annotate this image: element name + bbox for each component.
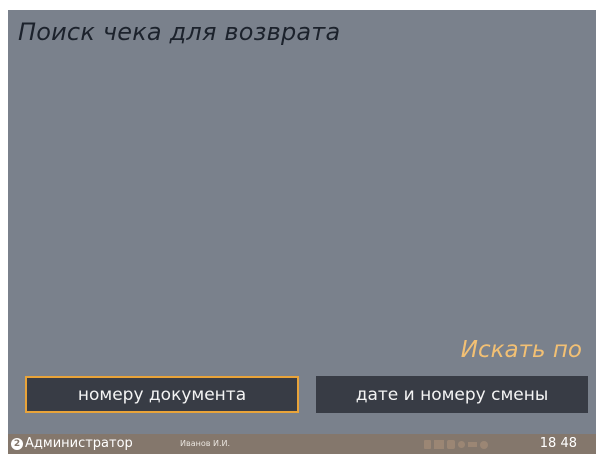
search-by-date-and-shift-button[interactable]: дате и номеру смены [316,376,588,413]
keyboard-icon [434,440,444,449]
device-status-tray [424,439,488,450]
status-bar: 2 Администратор Иванов И.И. 18 48 [8,434,596,454]
search-by-document-number-label: номеру документа [77,384,247,405]
cashier-name: Иванов И.И. [180,439,231,448]
scanner-icon [458,441,465,448]
power-icon [480,440,488,449]
search-by-label: Искать по [460,337,582,363]
clock: 18 48 [539,436,577,451]
search-by-document-number-button[interactable]: номеру документа [25,376,299,413]
search-by-date-and-shift-label: дате и номеру смены [355,384,549,405]
connection-icon [468,442,477,447]
return-search-screen: Поиск чека для возврата Искать по номеру… [8,10,596,454]
page-title: Поиск чека для возврата [18,18,341,46]
user-role: Администратор [25,436,133,451]
printer-icon [424,440,431,449]
network-icon [447,440,455,449]
user-role-icon: 2 [11,438,23,450]
